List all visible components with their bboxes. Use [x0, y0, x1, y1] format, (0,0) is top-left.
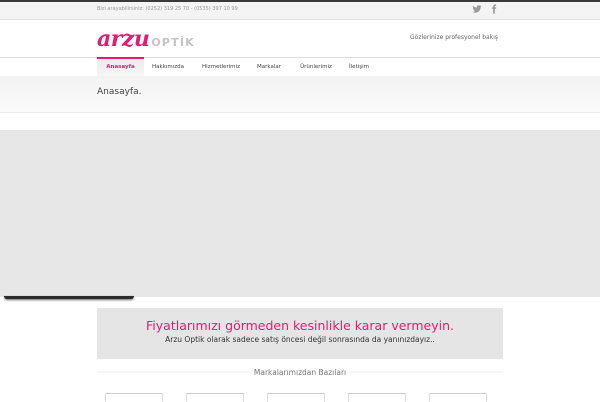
page-title-bar: Anasayfa.: [0, 76, 600, 113]
brands-section-title: Markalarımızdan Bazıları: [97, 367, 503, 378]
twitter-icon[interactable]: [472, 4, 484, 16]
logo-subtitle: OPTİK: [151, 36, 195, 49]
logo-brand: arzu: [97, 26, 150, 52]
brand-thumbnail[interactable]: [105, 393, 163, 402]
main-navigation: Anasayfa Hakkımızda Hizmetlerimiz Markal…: [0, 57, 600, 78]
site-tagline: Gözlerinize profesyonel bakış: [410, 34, 498, 41]
promo-heading: Fiyatlarımızı görmeden kesinlikle karar …: [146, 318, 454, 333]
page-title: Anasayfa.: [97, 87, 142, 97]
nav-item-hakkimizda[interactable]: Hakkımızda: [147, 58, 189, 76]
brand-thumbnail[interactable]: [348, 393, 406, 402]
top-bar: Bizi arayabilirsiniz: (0252) 319 25 70 -…: [0, 2, 600, 20]
facebook-icon[interactable]: [489, 4, 501, 16]
brand-thumbnail[interactable]: [186, 393, 244, 402]
brands-title-text: Markalarımızdan Bazıları: [249, 368, 351, 377]
promo-box: Fiyatlarımızı görmeden kesinlikle karar …: [97, 308, 503, 359]
image-slider[interactable]: [0, 130, 600, 297]
nav-item-markalar[interactable]: Markalar: [251, 58, 287, 76]
site-logo[interactable]: arzu OPTİK: [97, 26, 195, 52]
site-header: arzu OPTİK Gözlerinize profesyonel bakış: [0, 20, 600, 57]
brand-thumbnail[interactable]: [429, 393, 487, 402]
brand-thumbnail[interactable]: [267, 393, 325, 402]
nav-item-iletisim[interactable]: İletişim: [344, 58, 374, 76]
nav-item-anasayfa[interactable]: Anasayfa: [97, 57, 144, 78]
contact-info: Bizi arayabilirsiniz: (0252) 319 25 70 -…: [97, 6, 238, 12]
nav-item-urunlerimiz[interactable]: Ürünlerimiz: [295, 58, 337, 76]
slider-shadow: [4, 296, 134, 299]
nav-item-hizmetlerimiz[interactable]: Hizmetlerimiz: [197, 58, 245, 76]
promo-text: Arzu Optik olarak sadece satış öncesi de…: [165, 335, 435, 344]
